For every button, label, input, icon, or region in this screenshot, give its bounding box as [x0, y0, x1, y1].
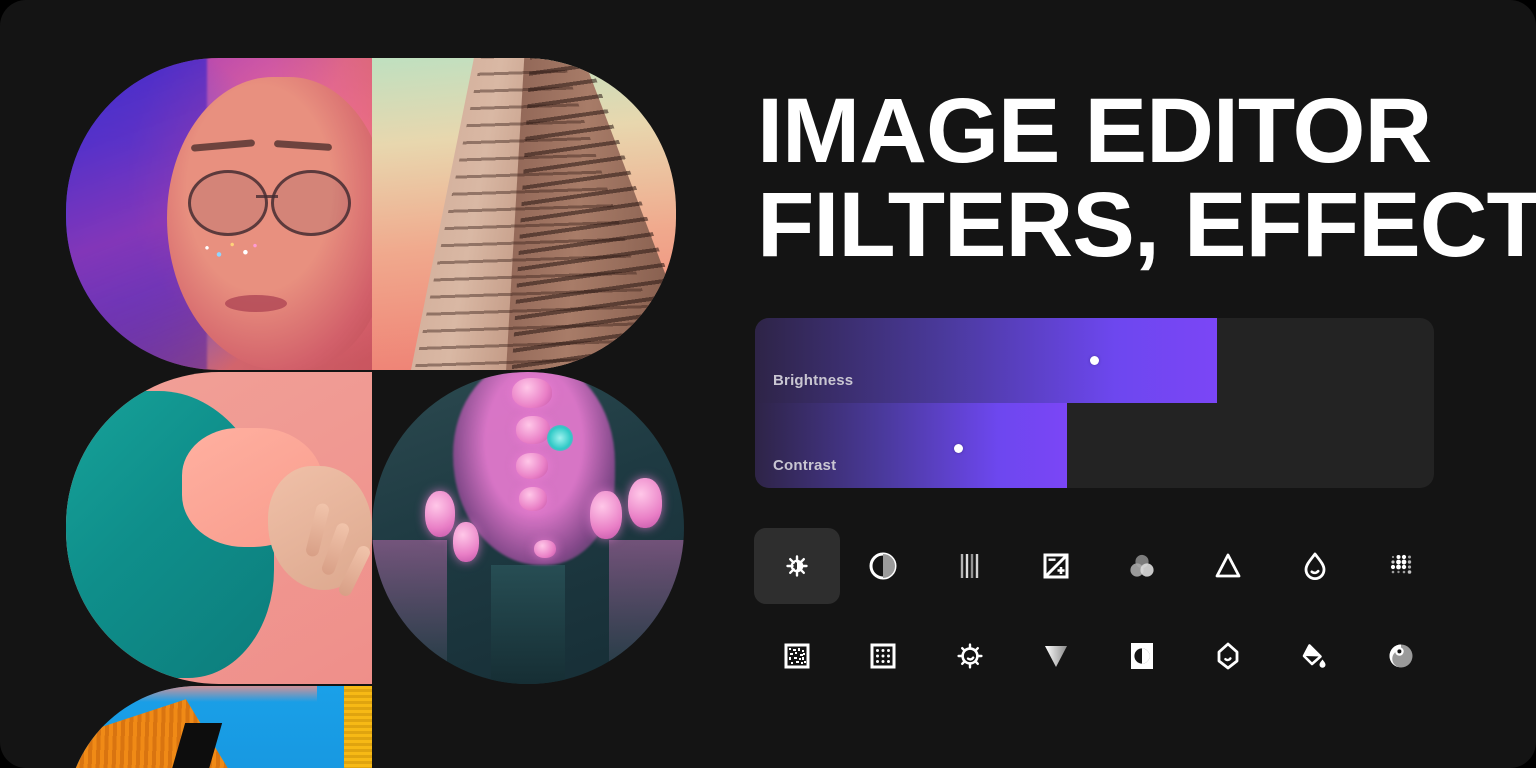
editor-canvas: IMAGE EDITOR FILTERS, EFFECTS Brightness… — [0, 0, 1536, 768]
filter-button-contrast[interactable] — [840, 528, 926, 604]
portrait-glasses-bridge — [255, 195, 278, 199]
tokyo-neon-light — [546, 425, 573, 452]
filter-button-halftone[interactable] — [840, 618, 926, 694]
filter-button-fill[interactable] — [1272, 618, 1358, 694]
tokyo-shopfront-right — [609, 540, 684, 684]
editor-controls: IMAGE EDITOR FILTERS, EFFECTS Brightness… — [754, 0, 1536, 768]
levels-bars-icon — [960, 554, 978, 578]
dot-grid-icon — [1390, 554, 1412, 574]
architecture-pink-edge — [133, 686, 317, 702]
tokyo-lantern — [512, 378, 553, 409]
slider-brightness[interactable]: Brightness — [755, 318, 1434, 403]
filter-button-grain[interactable] — [1358, 528, 1444, 604]
filter-button-levels[interactable] — [927, 528, 1013, 604]
collage-photo-figure — [66, 372, 372, 684]
collage-photo-tokyo-alley — [372, 372, 684, 684]
triangle-sharpen-icon — [1215, 553, 1241, 578]
architecture-orange-structure — [66, 699, 275, 768]
filter-button-gradient[interactable] — [1013, 618, 1099, 694]
tokyo-lantern — [453, 521, 480, 562]
filter-button-noise[interactable] — [754, 618, 840, 694]
slider-brightness-label: Brightness — [773, 372, 854, 389]
building-balcony-lines — [511, 58, 676, 370]
tokyo-lantern — [515, 453, 548, 480]
gradient-triangle-icon — [1044, 646, 1067, 667]
slider-contrast[interactable]: Contrast — [755, 403, 1434, 488]
noise-square-icon — [784, 643, 810, 669]
hexagon-drop-icon — [1217, 642, 1239, 670]
tokyo-lantern — [627, 478, 662, 529]
adjustment-panel: Brightness Contrast — [755, 318, 1434, 488]
tokyo-shopfront-left — [372, 540, 447, 684]
brightness-icon — [786, 555, 808, 577]
collage — [66, 50, 684, 768]
filter-button-invert[interactable] — [1099, 618, 1185, 694]
tokyo-lantern — [515, 415, 550, 444]
contrast-icon — [869, 552, 897, 580]
tokyo-lantern — [518, 487, 547, 512]
filter-toolbar — [754, 528, 1444, 708]
water-drop-icon — [1304, 552, 1326, 580]
filter-button-shadows[interactable] — [1358, 618, 1444, 694]
slider-brightness-thumb[interactable] — [1090, 356, 1099, 365]
portrait-glitter — [200, 238, 261, 261]
paint-bucket-icon — [1302, 644, 1326, 668]
slider-contrast-fill — [755, 403, 1068, 488]
color-balance-circles-icon — [1130, 554, 1154, 577]
portrait-glasses-right — [271, 170, 352, 237]
collage-photo-architecture — [66, 686, 372, 768]
title-line-1: IMAGE EDITOR — [757, 80, 1432, 182]
glow-burst-icon — [957, 643, 983, 669]
page-title: IMAGE EDITOR FILTERS, EFFECTS — [757, 85, 1536, 272]
filter-button-exposure[interactable] — [1013, 528, 1099, 604]
filter-button-sharpen[interactable] — [1185, 528, 1271, 604]
filter-button-brightness[interactable] — [754, 528, 841, 604]
title-line-2: FILTERS, EFFECTS — [757, 174, 1536, 277]
filter-row-1 — [754, 528, 1444, 618]
filter-button-saturation[interactable] — [1272, 528, 1358, 604]
tokyo-lantern — [590, 490, 623, 539]
slider-contrast-label: Contrast — [773, 457, 837, 474]
tokyo-lantern — [425, 490, 456, 537]
filter-button-color-balance[interactable] — [1099, 528, 1185, 604]
slider-brightness-fill — [755, 318, 1217, 403]
collage-photo-building — [372, 58, 676, 370]
exposure-icon — [1043, 553, 1069, 579]
collage-photo-portrait — [66, 58, 372, 370]
halftone-dots-icon — [870, 643, 896, 669]
tokyo-alley-floor — [490, 565, 566, 684]
eclipse-circle-icon — [1389, 644, 1413, 668]
filter-row-2 — [754, 618, 1444, 708]
filter-button-glow[interactable] — [927, 618, 1013, 694]
filter-button-hue[interactable] — [1185, 618, 1271, 694]
invert-square-icon — [1131, 643, 1154, 669]
architecture-yellow-strip — [344, 686, 372, 768]
